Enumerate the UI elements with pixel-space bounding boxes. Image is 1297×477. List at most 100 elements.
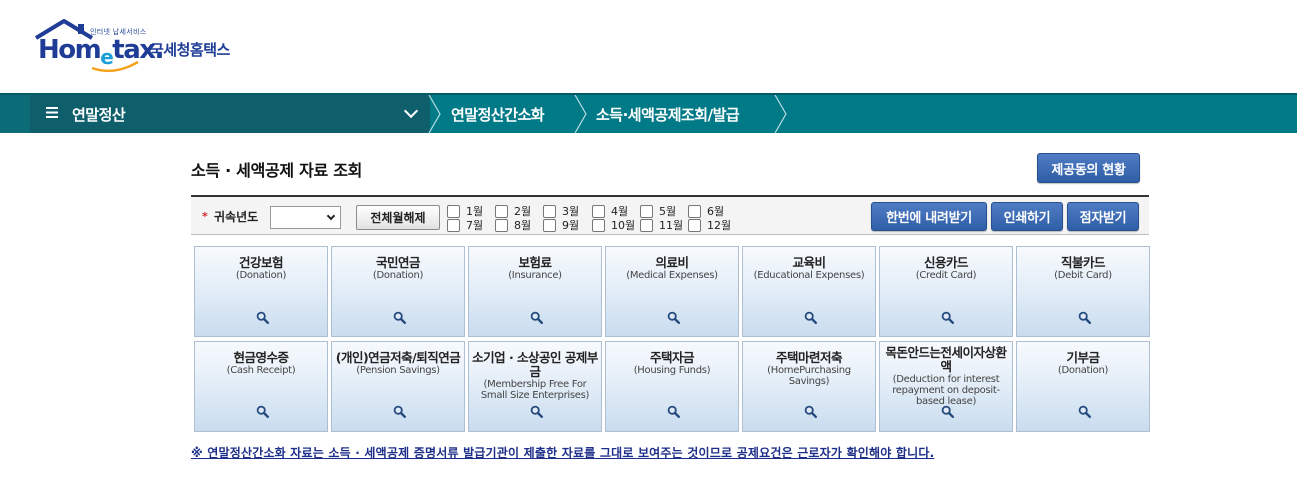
- card-housing-funds[interactable]: 주택자금 (Housing Funds): [605, 341, 739, 432]
- deselect-all-months-button[interactable]: 전체월해제: [356, 205, 440, 230]
- year-select[interactable]: [270, 206, 341, 229]
- checkbox[interactable]: [495, 218, 508, 232]
- breadcrumb-separator-icon: [428, 95, 441, 133]
- card-subtitle: (Debit Card): [1054, 270, 1112, 281]
- card-subtitle: (Credit Card): [915, 270, 977, 281]
- card-title: 소기업 · 소상공인 공제부금: [472, 350, 598, 379]
- provider-consent-status-button[interactable]: 제공동의 현황: [1037, 153, 1140, 183]
- logo-brand: Hometax.: [38, 35, 164, 69]
- card-insurance-premium[interactable]: 보험료 (Insurance): [468, 246, 602, 337]
- month-checkbox-2[interactable]: 2월: [495, 204, 531, 218]
- card-title: 국민연금: [375, 255, 421, 270]
- card-title: 교육비: [792, 255, 826, 270]
- card-education-expenses[interactable]: 교육비 (Educational Expenses): [742, 246, 876, 337]
- download-all-button[interactable]: 한번에 내려받기: [871, 202, 987, 231]
- card-subtitle: (Deduction for interest repayment on dep…: [892, 374, 1000, 407]
- card-small-business-deduction[interactable]: 소기업 · 소상공인 공제부금 (Membership Free For Sma…: [468, 341, 602, 432]
- search-icon: [941, 311, 954, 324]
- month-checkbox-9[interactable]: 9월: [543, 218, 579, 232]
- card-debit-card[interactable]: 직불카드 (Debit Card): [1016, 246, 1150, 337]
- card-subtitle: (Insurance): [508, 270, 562, 281]
- month-checkbox-8[interactable]: 8월: [495, 218, 531, 232]
- checkbox[interactable]: [543, 204, 556, 218]
- card-health-insurance[interactable]: 건강보험 (Donation): [194, 246, 328, 337]
- month-label: 7월: [466, 219, 484, 232]
- breadcrumb-item-yearend-simplified[interactable]: 연말정산간소화: [451, 95, 545, 133]
- search-icon: [804, 311, 817, 324]
- checkbox[interactable]: [640, 218, 653, 232]
- card-subtitle: (HomePurchasing Savings): [767, 365, 851, 387]
- checkbox[interactable]: [640, 204, 653, 218]
- card-title: 직불카드: [1060, 255, 1106, 270]
- card-title: (개인)연금저축/퇴직연금: [335, 350, 461, 365]
- month-label: 11월: [659, 219, 684, 232]
- month-checkbox-6[interactable]: 6월: [688, 204, 724, 218]
- card-medical-expenses[interactable]: 의료비 (Medical Expenses): [605, 246, 739, 337]
- search-icon: [941, 405, 954, 418]
- search-icon: [256, 311, 269, 324]
- chevron-down-icon: [403, 103, 419, 119]
- nav-menu-dropdown[interactable]: 연말정산: [30, 95, 430, 133]
- card-title: 기부금: [1066, 350, 1100, 365]
- month-label: 10월: [611, 219, 636, 232]
- hamburger-icon: [46, 106, 60, 122]
- card-credit-card[interactable]: 신용카드 (Credit Card): [879, 246, 1013, 337]
- checkbox[interactable]: [495, 204, 508, 218]
- braille-download-button[interactable]: 점자받기: [1067, 202, 1139, 231]
- checkbox[interactable]: [688, 204, 701, 218]
- checkbox[interactable]: [592, 204, 605, 218]
- month-label: 8월: [514, 219, 532, 232]
- month-checkbox-12[interactable]: 12월: [688, 218, 731, 232]
- nav-menu-label: 연말정산: [72, 105, 126, 124]
- card-title: 현금영수증: [233, 350, 289, 365]
- hometax-logo[interactable]: 인터넷 납세서비스 Hometax. 국세청홈택스: [34, 18, 264, 74]
- card-title: 주택마련저축: [775, 350, 843, 365]
- month-checkbox-5[interactable]: 5월: [640, 204, 676, 218]
- checkbox[interactable]: [543, 218, 556, 232]
- card-cash-receipt[interactable]: 현금영수증 (Cash Receipt): [194, 341, 328, 432]
- card-home-purchasing-savings[interactable]: 주택마련저축 (HomePurchasing Savings): [742, 341, 876, 432]
- checkbox[interactable]: [592, 218, 605, 232]
- card-subtitle: (Donation): [1057, 365, 1109, 376]
- checkbox[interactable]: [447, 218, 460, 232]
- print-button[interactable]: 인쇄하기: [991, 202, 1063, 231]
- card-donation[interactable]: 기부금 (Donation): [1016, 341, 1150, 432]
- logo-brand-e: e: [100, 45, 114, 69]
- breadcrumb-item-deduction-lookup[interactable]: 소득·세액공제조회/발급: [596, 95, 740, 133]
- required-mark: *: [202, 210, 208, 223]
- month-checkbox-4[interactable]: 4월: [592, 204, 628, 218]
- search-icon: [667, 311, 680, 324]
- checkbox[interactable]: [688, 218, 701, 232]
- search-icon: [667, 405, 680, 418]
- card-subtitle: (Pension Savings): [356, 365, 440, 376]
- search-icon: [256, 405, 269, 418]
- search-icon: [393, 311, 406, 324]
- card-title: 신용카드: [923, 255, 969, 270]
- simplified-data-notice-link[interactable]: ※ 연말정산간소화 자료는 소득 · 세액공제 증명서류 발급기관이 제출한 자…: [191, 444, 934, 461]
- card-subtitle: (Medical Expenses): [626, 270, 718, 281]
- card-pension-savings[interactable]: (개인)연금저축/퇴직연금 (Pension Savings): [331, 341, 465, 432]
- search-icon: [530, 405, 543, 418]
- logo-brand-prefix: Hom: [38, 35, 102, 65]
- card-lease-interest-repayment[interactable]: 목돈안드는전세이자상환액 (Deduction for interest rep…: [879, 341, 1013, 432]
- search-icon: [804, 405, 817, 418]
- card-subtitle: (Membership Free For Small Size Enterpri…: [480, 379, 590, 401]
- month-label: 12월: [707, 219, 732, 232]
- month-checkbox-11[interactable]: 11월: [640, 218, 683, 232]
- site-header: 인터넷 납세서비스 Hometax. 국세청홈택스: [0, 0, 1297, 93]
- month-checkbox-10[interactable]: 10월: [592, 218, 635, 232]
- card-title: 주택자금: [649, 350, 695, 365]
- month-checkbox-7[interactable]: 7월: [447, 218, 483, 232]
- breadcrumb-separator-icon: [574, 95, 587, 133]
- year-label: 귀속년도: [214, 210, 259, 224]
- month-label: 9월: [562, 219, 580, 232]
- checkbox[interactable]: [447, 204, 460, 218]
- month-checkbox-1[interactable]: 1월: [447, 204, 483, 218]
- card-national-pension[interactable]: 국민연금 (Donation): [331, 246, 465, 337]
- search-icon: [1078, 405, 1091, 418]
- main-nav-bar: 연말정산 연말정산간소화 소득·세액공제조회/발급: [0, 93, 1297, 133]
- card-title: 의료비: [655, 255, 689, 270]
- search-icon: [393, 405, 406, 418]
- month-checkbox-3[interactable]: 3월: [543, 204, 579, 218]
- card-subtitle: (Educational Expenses): [753, 270, 865, 281]
